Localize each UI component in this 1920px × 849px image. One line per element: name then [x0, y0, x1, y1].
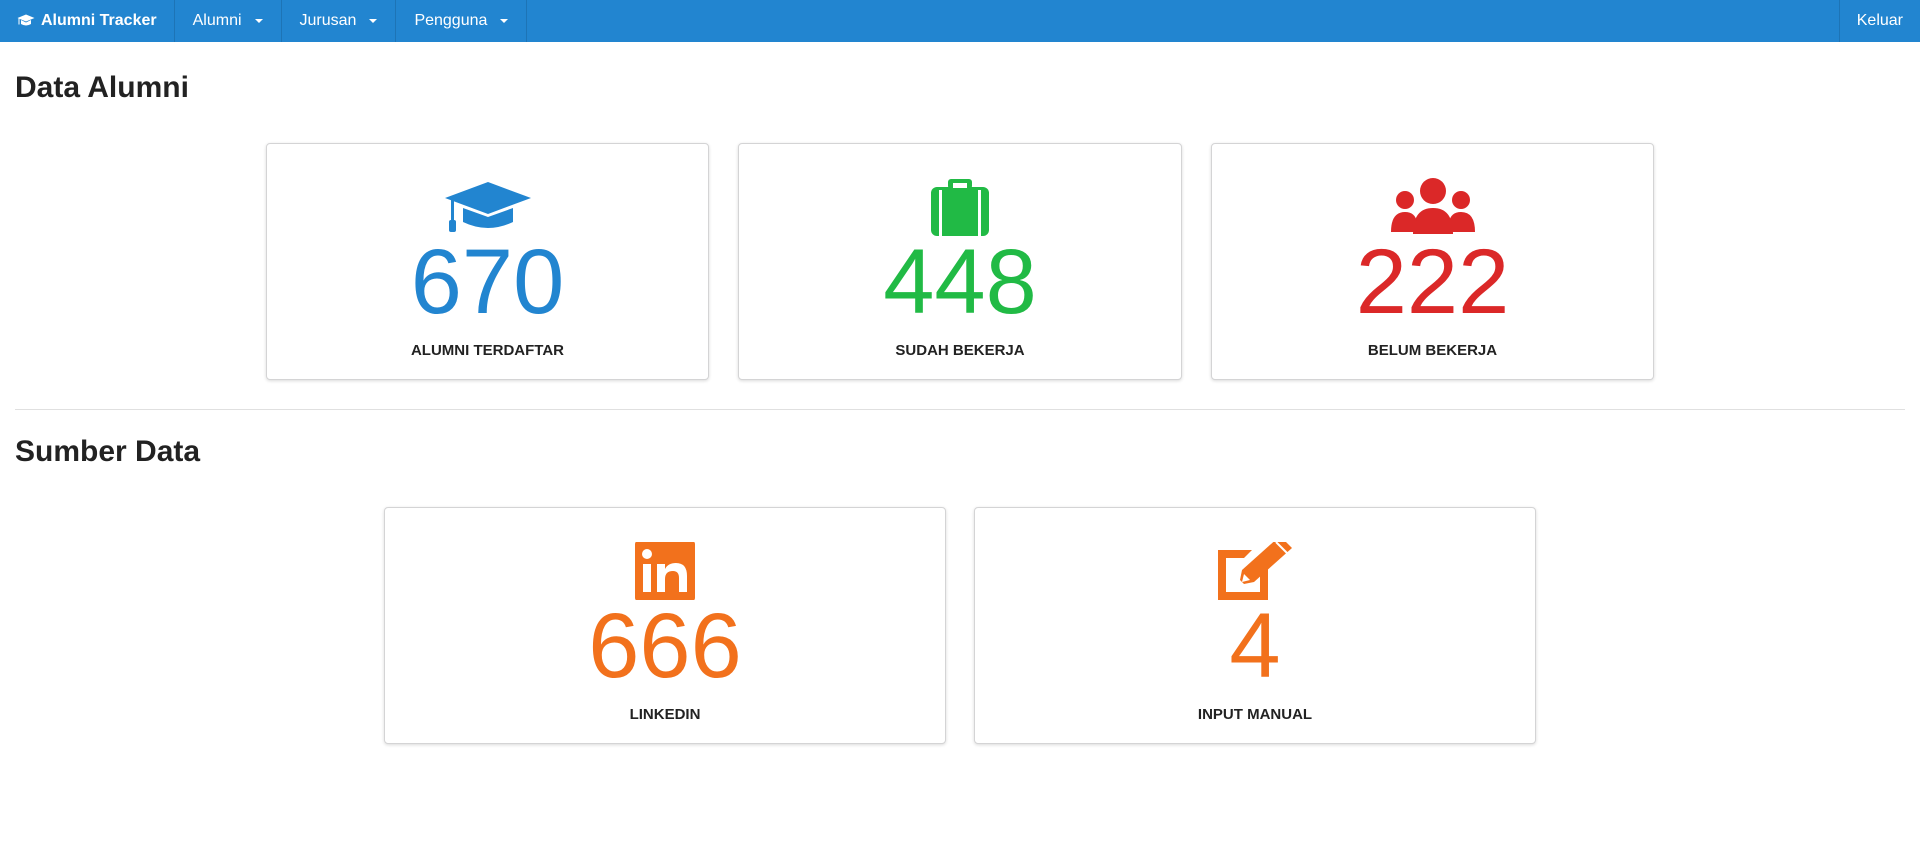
- stat-label-linkedin: LINKEDIN: [629, 706, 701, 723]
- graduation-cap-icon: [443, 178, 533, 236]
- section-title-sources: Sumber Data: [15, 435, 201, 468]
- stat-label-belum-bekerja: BELUM BEKERJA: [1367, 342, 1498, 359]
- users-icon: [1388, 178, 1478, 236]
- stat-card-linkedin[interactable]: 666 LINKEDIN: [384, 507, 946, 744]
- edit-icon: [1210, 542, 1300, 600]
- section-title-alumni: Data Alumni: [15, 71, 189, 104]
- menu-jurusan-label: Jurusan: [299, 12, 357, 29]
- stat-value-input-manual: 4: [1229, 595, 1281, 697]
- logout-link[interactable]: Keluar: [1838, 0, 1920, 42]
- menu-pengguna-label: Pengguna: [414, 12, 488, 29]
- stat-card-alumni-terdaftar[interactable]: 670 ALUMNI TERDAFTAR: [266, 143, 709, 380]
- stat-card-belum-bekerja[interactable]: 222 BELUM BEKERJA: [1211, 143, 1654, 380]
- brand-link[interactable]: Alumni Tracker: [0, 0, 175, 42]
- navbar-spacer: [527, 0, 1838, 42]
- stat-value-belum-bekerja: 222: [1355, 231, 1510, 333]
- menu-alumni[interactable]: Alumni: [175, 0, 282, 42]
- graduation-cap-icon: [17, 14, 35, 26]
- linkedin-icon: [620, 542, 710, 600]
- menu-jurusan[interactable]: Jurusan: [282, 0, 397, 42]
- menu-alumni-label: Alumni: [192, 12, 242, 29]
- stat-card-input-manual[interactable]: 4 INPUT MANUAL: [974, 507, 1536, 744]
- stat-value-sudah-bekerja: 448: [883, 231, 1037, 333]
- stat-card-sudah-bekerja[interactable]: 448 SUDAH BEKERJA: [738, 143, 1182, 380]
- stat-label-sudah-bekerja: SUDAH BEKERJA: [895, 342, 1025, 359]
- briefcase-icon: [915, 178, 1005, 236]
- caret-down-icon: [369, 19, 378, 23]
- brand-label: Alumni Tracker: [41, 12, 157, 29]
- stat-label-input-manual: INPUT MANUAL: [1197, 706, 1313, 723]
- menu-pengguna[interactable]: Pengguna: [396, 0, 528, 42]
- stat-value-alumni-terdaftar: 670: [410, 231, 565, 333]
- stat-label-alumni-terdaftar: ALUMNI TERDAFTAR: [410, 342, 565, 359]
- top-navbar: Alumni Tracker Alumni Jurusan Pengguna K…: [0, 0, 1920, 42]
- logout-label: Keluar: [1856, 12, 1903, 29]
- caret-down-icon: [254, 19, 263, 23]
- stat-value-linkedin: 666: [588, 595, 742, 697]
- section-divider: [15, 409, 1905, 410]
- caret-down-icon: [500, 19, 509, 23]
